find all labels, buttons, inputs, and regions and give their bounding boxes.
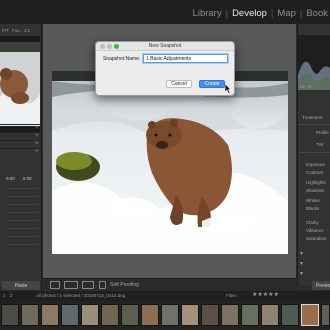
filmstrip-thumbnail[interactable] — [141, 304, 159, 326]
blacks-label: Blacks — [306, 206, 320, 211]
highlights-label: Highlights — [306, 180, 326, 185]
filmstrip-thumbnail[interactable] — [201, 304, 219, 326]
paste-button[interactable]: Paste — [2, 281, 40, 290]
history-step[interactable] — [8, 212, 38, 213]
history-step[interactable] — [8, 188, 38, 189]
filmstrip-thumbnail[interactable] — [221, 304, 239, 326]
cancel-button[interactable]: Cancel — [166, 80, 192, 88]
history-step[interactable] — [8, 244, 38, 245]
panel-history[interactable]: × — [0, 140, 42, 148]
filmstrip-thumbnail[interactable] — [101, 304, 119, 326]
exposure-label: Exposure — [306, 162, 326, 167]
rating-stars-icon[interactable]: ★★★★★ — [252, 291, 279, 298]
zoom-1-1[interactable]: 1:1 — [24, 28, 30, 36]
contrast-label: Contrast — [306, 170, 324, 175]
photo-brown-bear[interactable] — [52, 71, 288, 254]
right-panel: Treatment Profile Tint Exposure Contrast… — [297, 24, 330, 286]
panel-expand-icon[interactable]: ▾ — [300, 250, 303, 257]
zoom-fit[interactable]: FIT — [2, 28, 9, 36]
filmstrip — [0, 301, 330, 330]
dialog-titlebar: New Snapshot — [96, 42, 234, 51]
whites-label: Whites — [306, 198, 320, 203]
add-collection-icon[interactable]: + — [35, 148, 39, 155]
image-toolbar: Soft Proofing — [43, 278, 296, 290]
saturation-label: Saturation — [306, 236, 327, 241]
mouse-pointer-icon — [225, 84, 232, 94]
new-snapshot-dialog: New Snapshot Snapshot Name: 1 Basic Adju… — [95, 41, 235, 96]
panel-divider — [299, 152, 330, 153]
snapshot-name-input[interactable]: 1 Basic Adjustments — [143, 54, 228, 63]
panel-expand-icon[interactable]: ▾ — [300, 270, 303, 277]
filmstrip-thumbnail[interactable] — [241, 304, 259, 326]
history-step[interactable] — [8, 196, 38, 197]
soft-proofing-label: Soft Proofing — [110, 282, 139, 288]
filmstrip-thumbnail[interactable] — [321, 304, 330, 326]
filmstrip-header: 1 2 All photos / 1 selected / 20180714_0… — [0, 291, 330, 301]
filmstrip-thumbnail[interactable] — [21, 304, 39, 326]
panel-divider — [299, 124, 330, 125]
module-tab-map[interactable]: Map — [275, 8, 297, 19]
loupe-view-icon[interactable] — [50, 281, 60, 289]
clarity-label: Clarity — [306, 220, 319, 225]
panel-expand-icon[interactable]: ▾ — [300, 260, 303, 267]
add-preset-icon[interactable]: + — [35, 124, 39, 131]
soft-proofing-checkbox[interactable] — [99, 281, 106, 289]
filmstrip-thumbnail[interactable] — [181, 304, 199, 326]
module-tab-develop[interactable]: Develop — [230, 8, 269, 19]
page-2-indicator[interactable]: 2 — [10, 293, 13, 298]
vibrance-label: Vibrance — [306, 228, 324, 233]
history-step[interactable] — [8, 228, 38, 229]
previous-button[interactable]: Previous — [312, 281, 330, 290]
before-after-icon[interactable] — [82, 281, 94, 289]
filmstrip-thumbnail[interactable] — [81, 304, 99, 326]
filmstrip-thumbnail-selected[interactable] — [301, 304, 319, 326]
readout-right: 0.00 — [22, 176, 32, 181]
profile-label: Profile — [316, 130, 329, 135]
module-tab-book[interactable]: Book — [304, 8, 330, 19]
module-picker: Library | Develop | Map | Book — [0, 0, 330, 24]
panel-collections[interactable]: + — [0, 148, 42, 156]
filmstrip-thumbnail[interactable] — [61, 304, 79, 326]
add-snapshot-icon[interactable]: + — [35, 132, 39, 139]
history-readout: 0.00 0.00 — [6, 176, 32, 181]
filmstrip-thumbnail[interactable] — [1, 304, 19, 326]
treatment-label: Treatment — [302, 115, 323, 120]
filter-label: Filter : — [226, 293, 239, 298]
snapshot-name-label: Snapshot Name: — [103, 56, 141, 62]
module-tabs: Library | Develop | Map | Book — [191, 6, 330, 20]
filmstrip-thumbnail[interactable] — [161, 304, 179, 326]
history-step[interactable] — [8, 236, 38, 237]
zoom-fill[interactable]: FILL — [12, 28, 21, 36]
history-step[interactable] — [8, 220, 38, 221]
filmstrip-source-status[interactable]: All photos / 1 selected / 20180714_0415.… — [36, 293, 125, 298]
left-panel: FIT FILL 1:1 + + × + 0.00 0.00 Paste — [0, 24, 42, 290]
histogram — [298, 35, 330, 90]
navigator-preview[interactable] — [0, 36, 40, 132]
filmstrip-thumbnail[interactable] — [41, 304, 59, 326]
tint-label: Tint — [316, 142, 324, 147]
create-button[interactable]: Create — [199, 80, 225, 88]
filmstrip-thumbnail[interactable] — [121, 304, 139, 326]
history-step[interactable] — [8, 204, 38, 205]
readout-left: 0.00 — [6, 176, 15, 181]
filmstrip-thumbnail[interactable] — [261, 304, 279, 326]
page-1-indicator[interactable]: 1 — [3, 293, 6, 298]
clear-history-icon[interactable]: × — [35, 140, 39, 147]
module-tab-library[interactable]: Library — [191, 8, 224, 19]
filmstrip-thumbnail[interactable] — [281, 304, 299, 326]
panel-snapshots[interactable]: + — [0, 132, 42, 140]
dialog-title: New Snapshot — [148, 43, 182, 49]
navigator-zoom-options: FIT FILL 1:1 — [2, 28, 42, 36]
shadows-label: Shadows — [306, 188, 325, 193]
panel-presets[interactable]: + — [0, 124, 42, 132]
compare-view-icon[interactable] — [64, 281, 78, 289]
